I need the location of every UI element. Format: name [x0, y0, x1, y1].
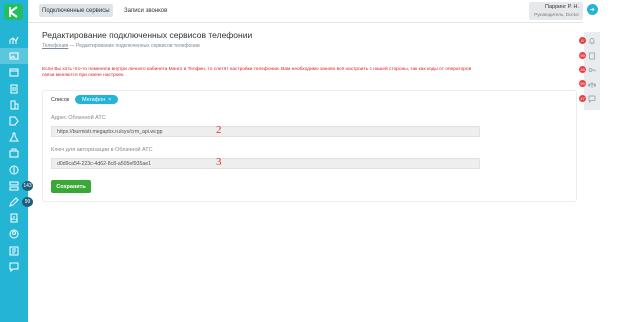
logo-icon[interactable] — [4, 4, 23, 20]
breadcrumb-link-telephony[interactable]: Телефония — [42, 43, 68, 49]
user-name: Парринг Р. Н. — [545, 4, 579, 10]
top-bar: Подключенные сервисы Записи звонков — [28, 0, 583, 23]
person-icon[interactable] — [0, 226, 28, 242]
breadcrumb-separator: — — [68, 43, 77, 49]
auth-key-input[interactable]: d0d9ca54-223c-4d62-8c8-a505ef935ae1 — [51, 158, 480, 169]
chat-icon[interactable] — [0, 259, 28, 275]
notification-badge: 17 — [579, 95, 586, 102]
auth-key-label: Ключ для авторизации в Облачной АТС — [51, 147, 153, 153]
bell-icon[interactable] — [588, 37, 596, 45]
tab-list[interactable]: Список — [51, 95, 69, 104]
bag-icon[interactable] — [0, 145, 28, 161]
tag-icon[interactable] — [0, 113, 28, 129]
pbx-address-label: Адрес Облачной АТС — [51, 115, 106, 121]
warning-message: Если Вы хоть что-то поменяли внутри личн… — [42, 67, 472, 78]
coin-icon[interactable] — [0, 162, 28, 178]
clipboard-icon[interactable] — [588, 52, 596, 60]
tab-megafon[interactable]: Мегафон × — [75, 95, 119, 104]
chart-icon[interactable] — [0, 32, 28, 48]
sidebar — [0, 0, 28, 322]
breadcrumb-current: Редактирование подключенных сервисов тел… — [76, 43, 200, 49]
close-icon[interactable]: × — [108, 97, 111, 103]
sidebar-badge: 99 — [22, 197, 33, 207]
pbx-address-input[interactable]: https://burmistr.megapbx.ru/sys/crm_api.… — [51, 126, 480, 137]
document-chart-icon[interactable] — [0, 210, 28, 226]
tab-megafon-label: Мегафон — [82, 96, 106, 103]
image-icon[interactable] — [0, 48, 28, 65]
logout-icon[interactable] — [587, 4, 598, 15]
breadcrumb: Телефония — Редактирование подключенных … — [42, 43, 200, 49]
message-icon[interactable] — [588, 95, 596, 103]
save-button[interactable]: Сохранить — [51, 180, 91, 193]
calendar-icon[interactable] — [0, 64, 28, 80]
tab-connected-services[interactable]: Подключенные сервисы — [39, 4, 113, 17]
annotation-number: 2 — [216, 124, 222, 136]
notes-icon[interactable] — [0, 242, 28, 258]
notification-badge: 99 — [579, 52, 586, 59]
annotation-number: 3 — [216, 156, 222, 168]
notification-badge: 99 — [579, 80, 586, 87]
user-role: Руководитель, Doctor — [534, 12, 579, 17]
service-card: Список Мегафон × Адрес Облачной АТС https… — [42, 90, 577, 202]
flask-icon[interactable] — [0, 129, 28, 145]
right-rail — [584, 32, 600, 110]
sidebar-badge: 143 — [22, 181, 33, 191]
notification-badge: 28 — [579, 66, 586, 73]
user-menu[interactable]: Парринг Р. Н. Руководитель, Doctor — [529, 2, 583, 20]
page-title: Редактирование подключенных сервисов тел… — [42, 30, 253, 40]
clipboard-icon[interactable] — [0, 81, 28, 97]
scale-icon[interactable] — [588, 81, 596, 89]
notification-badge: 6 — [579, 37, 586, 44]
key-icon[interactable] — [588, 66, 596, 74]
building-icon[interactable] — [0, 97, 28, 113]
tab-call-records[interactable]: Записи звонков — [121, 4, 170, 17]
